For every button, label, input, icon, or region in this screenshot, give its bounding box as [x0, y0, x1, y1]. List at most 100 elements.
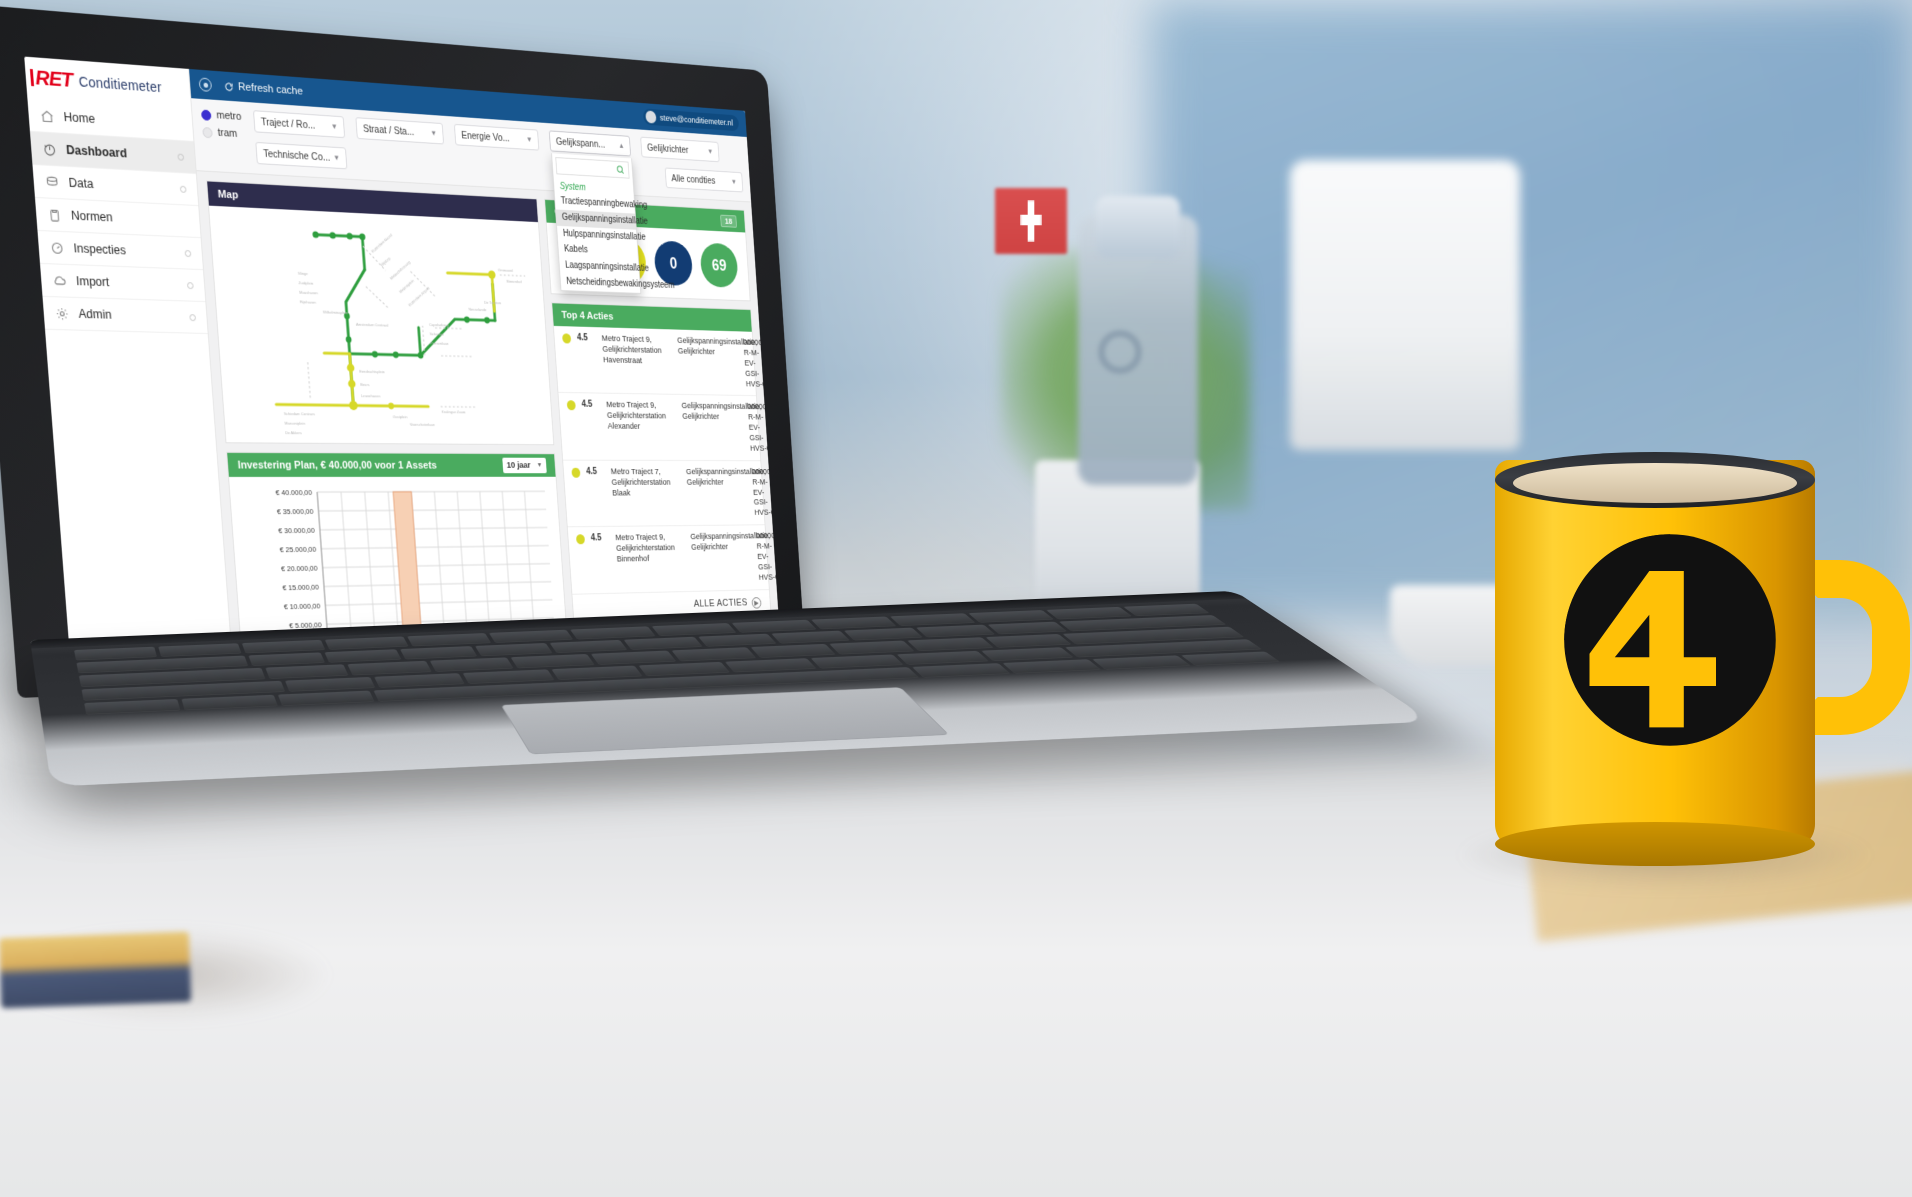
dropdown-search-field[interactable]: [555, 157, 630, 179]
svg-text:Nesselande: Nesselande: [468, 307, 487, 312]
sidebar-item-label: Import: [75, 274, 110, 290]
chevron-down-icon: ▼: [536, 462, 543, 469]
sidebar-item-label: Normen: [70, 208, 114, 225]
select-straat[interactable]: Straat / Sta... ▼: [355, 117, 445, 145]
refresh-cache-label: Refresh cache: [237, 81, 304, 98]
all-actions-label: ALLE ACTIES: [693, 597, 748, 610]
data-icon: [45, 174, 60, 190]
action-location: Metro Traject 9, Gelijkrichterstation Al…: [605, 400, 667, 432]
action-status-dot: [566, 400, 576, 411]
mode-radio-group: metro tram: [200, 107, 243, 141]
sidebar-status-dot: [186, 281, 194, 289]
sidebar-item-admin[interactable]: Admin: [42, 296, 208, 335]
table-row[interactable]: 4.5 Metro Traject 7, Gelijkrichterstatio…: [563, 460, 779, 528]
svg-text:Capelsebrug: Capelsebrug: [429, 322, 449, 327]
sidebar-item-label: Data: [68, 175, 94, 191]
action-code: 000002, R-M-EV-GSI-HVS-02: [747, 402, 775, 454]
select-gelijkrichter[interactable]: Gelijkrichter ▼: [640, 136, 720, 163]
chevron-down-icon: ▼: [707, 147, 714, 156]
refresh-icon: [224, 81, 235, 92]
map-canvas[interactable]: Rotterdam Noord Blijdorp Melanchthonweg …: [208, 205, 554, 445]
dashboard-left-column: Map Rotterdam Noord Blijdorp Melanchthon…: [206, 180, 570, 675]
map-card: Map Rotterdam Noord Blijdorp Melanchthon…: [206, 180, 555, 446]
table-row[interactable]: 4.5 Metro Traject 9, Gelijkrichterstatio…: [553, 325, 770, 397]
select-technische-conditie[interactable]: Technische Co... ▼: [255, 141, 348, 170]
select-value: Technische Co...: [262, 147, 331, 164]
select-traject[interactable]: Traject / Ro... ▼: [253, 110, 346, 139]
svg-text:Beurs: Beurs: [360, 382, 370, 387]
select-value: Alle condties: [671, 172, 716, 186]
sidebar-item-label: Home: [63, 110, 96, 127]
select-energie[interactable]: Energie Vo... ▼: [454, 123, 540, 151]
sidebar-item-import[interactable]: Import: [40, 263, 206, 303]
mug-base: [1495, 822, 1815, 866]
condition-green[interactable]: 69: [699, 242, 739, 288]
select-value: Gelijkrichter: [646, 141, 689, 156]
chevron-down-icon: ▼: [730, 177, 738, 186]
svg-text:Zuidplein: Zuidplein: [298, 280, 314, 285]
action-location: Metro Traject 7, Gelijkrichterstation Bl…: [610, 466, 671, 498]
map-card-title: Map: [217, 188, 239, 201]
laptop: RET Conditiemeter Home Dashboard Data No…: [0, 0, 1432, 1000]
trackpad[interactable]: [500, 687, 950, 755]
svg-text:Binnenhof: Binnenhof: [506, 279, 522, 284]
svg-text:De Akkers: De Akkers: [285, 430, 302, 435]
dashboard-grid: Map Rotterdam Noord Blijdorp Melanchthon…: [196, 171, 781, 675]
conditions-count-badge: 18: [720, 214, 737, 228]
svg-text:€ 35.000,00: € 35.000,00: [277, 507, 315, 516]
svg-text:€ 25.000,00: € 25.000,00: [279, 545, 317, 554]
svg-text:€ 20.000,00: € 20.000,00: [281, 564, 319, 573]
investment-range-value: 10 jaar: [506, 460, 531, 471]
condition-blue[interactable]: 0: [653, 240, 694, 287]
chevron-down-icon: ▼: [330, 122, 338, 132]
table-row[interactable]: 4.5 Metro Traject 9, Gelijkrichterstatio…: [567, 525, 781, 595]
svg-text:€ 15.000,00: € 15.000,00: [282, 583, 320, 592]
table-row[interactable]: 4.5 Metro Traject 9, Gelijkrichterstatio…: [558, 393, 774, 461]
radio-tram[interactable]: tram: [202, 126, 243, 140]
cloud-upload-icon: [52, 273, 67, 288]
svg-text:Eendrachtsplein: Eendrachtsplein: [359, 369, 385, 374]
mug-logo-four-icon: [1564, 534, 1776, 746]
actions-card-title: Top 4 Acties: [561, 309, 614, 322]
action-score: 4.5: [590, 533, 602, 544]
investment-range-select[interactable]: 10 jaar ▼: [502, 457, 547, 474]
action-code: 000003, R-M-EV-GSI-HVS-03: [751, 466, 779, 518]
chevron-down-icon: ▼: [525, 135, 533, 144]
radio-indicator: [200, 109, 212, 121]
svg-text:Schenkel: Schenkel: [430, 331, 444, 336]
main-content: Refresh cache steve@conditiemeter.nl met…: [189, 68, 781, 675]
back-circle-icon[interactable]: [198, 77, 213, 92]
svg-text:€ 40.000,00: € 40.000,00: [275, 488, 313, 497]
radio-label: tram: [217, 127, 238, 140]
radio-label: metro: [216, 109, 242, 123]
home-icon: [41, 110, 54, 123]
action-system: Gelijkspanningsinstallatie, Gelijkrichte…: [690, 531, 771, 553]
refresh-cache-button[interactable]: Refresh cache: [224, 80, 304, 98]
metro-network-map: Rotterdam Noord Blijdorp Melanchthonweg …: [209, 206, 553, 435]
svg-text:Ommoord: Ommoord: [498, 268, 514, 273]
svg-text:Marconiplein: Marconiplein: [284, 421, 305, 426]
radio-metro[interactable]: metro: [200, 109, 242, 123]
sidebar-item-label: Admin: [78, 306, 113, 322]
arrow-right-circle-icon: ▶: [751, 596, 762, 609]
svg-text:Prinsenlaan: Prinsenlaan: [430, 341, 449, 346]
user-menu[interactable]: steve@conditiemeter.nl: [642, 108, 740, 132]
action-status-dot: [571, 467, 581, 478]
inspection-icon: [50, 240, 65, 256]
sidebar-item-label: Inspecties: [73, 241, 127, 258]
chevron-down-icon: ▼: [430, 128, 438, 138]
action-code: 000004, R-M-EV-GSI-HVS-04: [755, 531, 781, 583]
select-value: Traject / Ro...: [260, 115, 316, 132]
gear-icon: [55, 306, 70, 321]
select-value: Gelijkspann...: [555, 135, 606, 150]
dropdown-option-netscheidingsbewakingsysteem[interactable]: Netscheidingsbewakingsysteem: [560, 274, 675, 293]
clipboard-icon: [47, 207, 62, 223]
select-system[interactable]: Gelijkspann... ▲ System Tractiespanningb…: [548, 130, 675, 294]
select-alle-condities[interactable]: Alle condties ▼: [664, 167, 744, 193]
svg-text:Blijdorp: Blijdorp: [380, 255, 392, 267]
chevron-down-icon: ▼: [332, 153, 341, 163]
svg-text:Schiedam Centrum: Schiedam Centrum: [284, 411, 316, 416]
select-value: Straat / Sta...: [362, 122, 415, 138]
laptop-lid: RET Conditiemeter Home Dashboard Data No…: [0, 3, 807, 699]
svg-text:Kralingse Zoom: Kralingse Zoom: [442, 409, 467, 414]
